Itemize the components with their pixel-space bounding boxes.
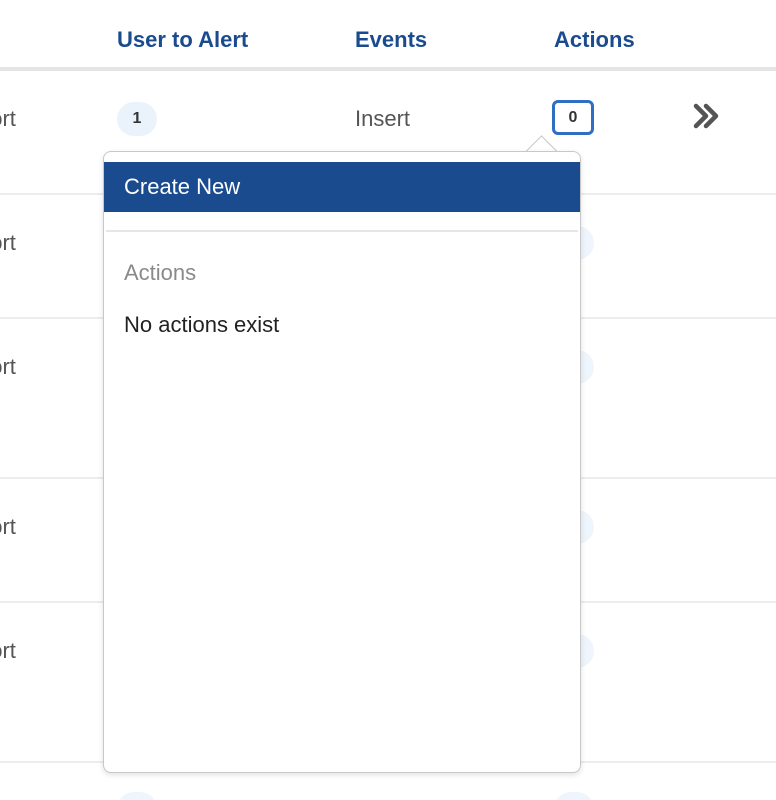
row-2-label: port	[0, 230, 16, 255]
row-5-label: port	[0, 638, 16, 663]
column-header-user-to-alert[interactable]: User to Alert	[117, 27, 248, 53]
popover-section-label: Actions	[124, 260, 197, 285]
alerts-table-view: User to Alert Events Actions port 1 Inse…	[0, 0, 776, 800]
actions-popover	[103, 151, 581, 773]
row-1-user-count-badge[interactable]: 1	[117, 102, 157, 136]
popover-divider	[106, 230, 578, 232]
empty-actions-message: No actions exist	[124, 312, 280, 337]
row-4-label: port	[0, 514, 16, 539]
column-header-events[interactable]: Events	[355, 27, 427, 53]
header-divider	[0, 67, 776, 71]
row-1-event: Insert	[355, 106, 411, 131]
row-1-actions-count-button[interactable]: 0	[552, 100, 594, 135]
column-header-actions[interactable]: Actions	[554, 27, 635, 53]
row-1-label: port	[0, 106, 16, 131]
row-3-label: port	[0, 354, 16, 379]
create-new-action-button[interactable]: Create New	[104, 162, 580, 212]
row-6-actions-count-button[interactable]	[554, 792, 594, 800]
row-6-user-count-badge[interactable]	[117, 792, 157, 800]
double-chevron-right-icon[interactable]	[690, 100, 722, 132]
